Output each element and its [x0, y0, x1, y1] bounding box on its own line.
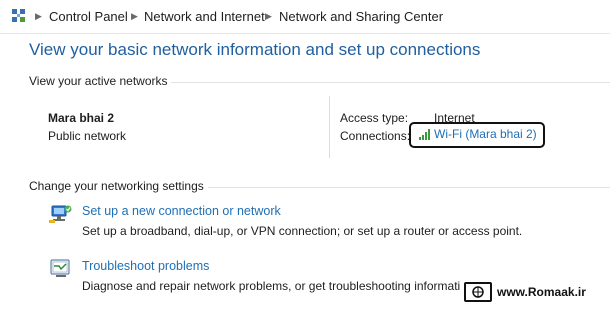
change-settings-heading: Change your networking settings — [29, 179, 204, 193]
breadcrumb-item-network-and-sharing-center[interactable]: Network and Sharing Center — [279, 9, 443, 24]
breadcrumb-divider — [0, 33, 610, 34]
active-networks-heading: View your active networks — [29, 74, 168, 88]
network-name: Mara bhai 2 — [48, 111, 115, 125]
wifi-connection-link[interactable]: Wi-Fi (Mara bhai 2) — [434, 127, 537, 141]
access-type-label: Access type: — [340, 111, 409, 125]
setup-connection-link[interactable]: Set up a new connection or network — [82, 204, 281, 218]
setup-connection-description: Set up a broadband, dial-up, or VPN conn… — [82, 224, 523, 238]
chevron-right-icon: ▶ — [35, 11, 42, 21]
vertical-divider — [329, 96, 330, 158]
breadcrumb: ▶ Control Panel ▶ Network and Internet ▶… — [0, 0, 610, 34]
connections-label: Connections: — [340, 129, 411, 143]
control-panel-icon — [12, 9, 25, 22]
network-type-link: Public network — [48, 129, 127, 143]
watermark-logo-icon — [464, 282, 492, 302]
section-divider — [208, 187, 610, 188]
page-title: View your basic network information and … — [29, 40, 481, 59]
breadcrumb-item-network-and-internet[interactable]: Network and Internet — [144, 9, 265, 24]
troubleshoot-description: Diagnose and repair network problems, or… — [82, 279, 461, 293]
chevron-right-icon: ▶ — [265, 11, 272, 21]
troubleshoot-icon — [50, 259, 70, 277]
troubleshoot-link[interactable]: Troubleshoot problems — [82, 259, 209, 273]
section-divider — [171, 82, 610, 83]
watermark-text: www.Romaak.ir — [497, 285, 586, 299]
chevron-right-icon: ▶ — [131, 11, 138, 21]
wifi-signal-icon — [419, 129, 430, 140]
network-setup-icon — [49, 205, 72, 223]
breadcrumb-item-control-panel[interactable]: Control Panel — [49, 9, 128, 24]
